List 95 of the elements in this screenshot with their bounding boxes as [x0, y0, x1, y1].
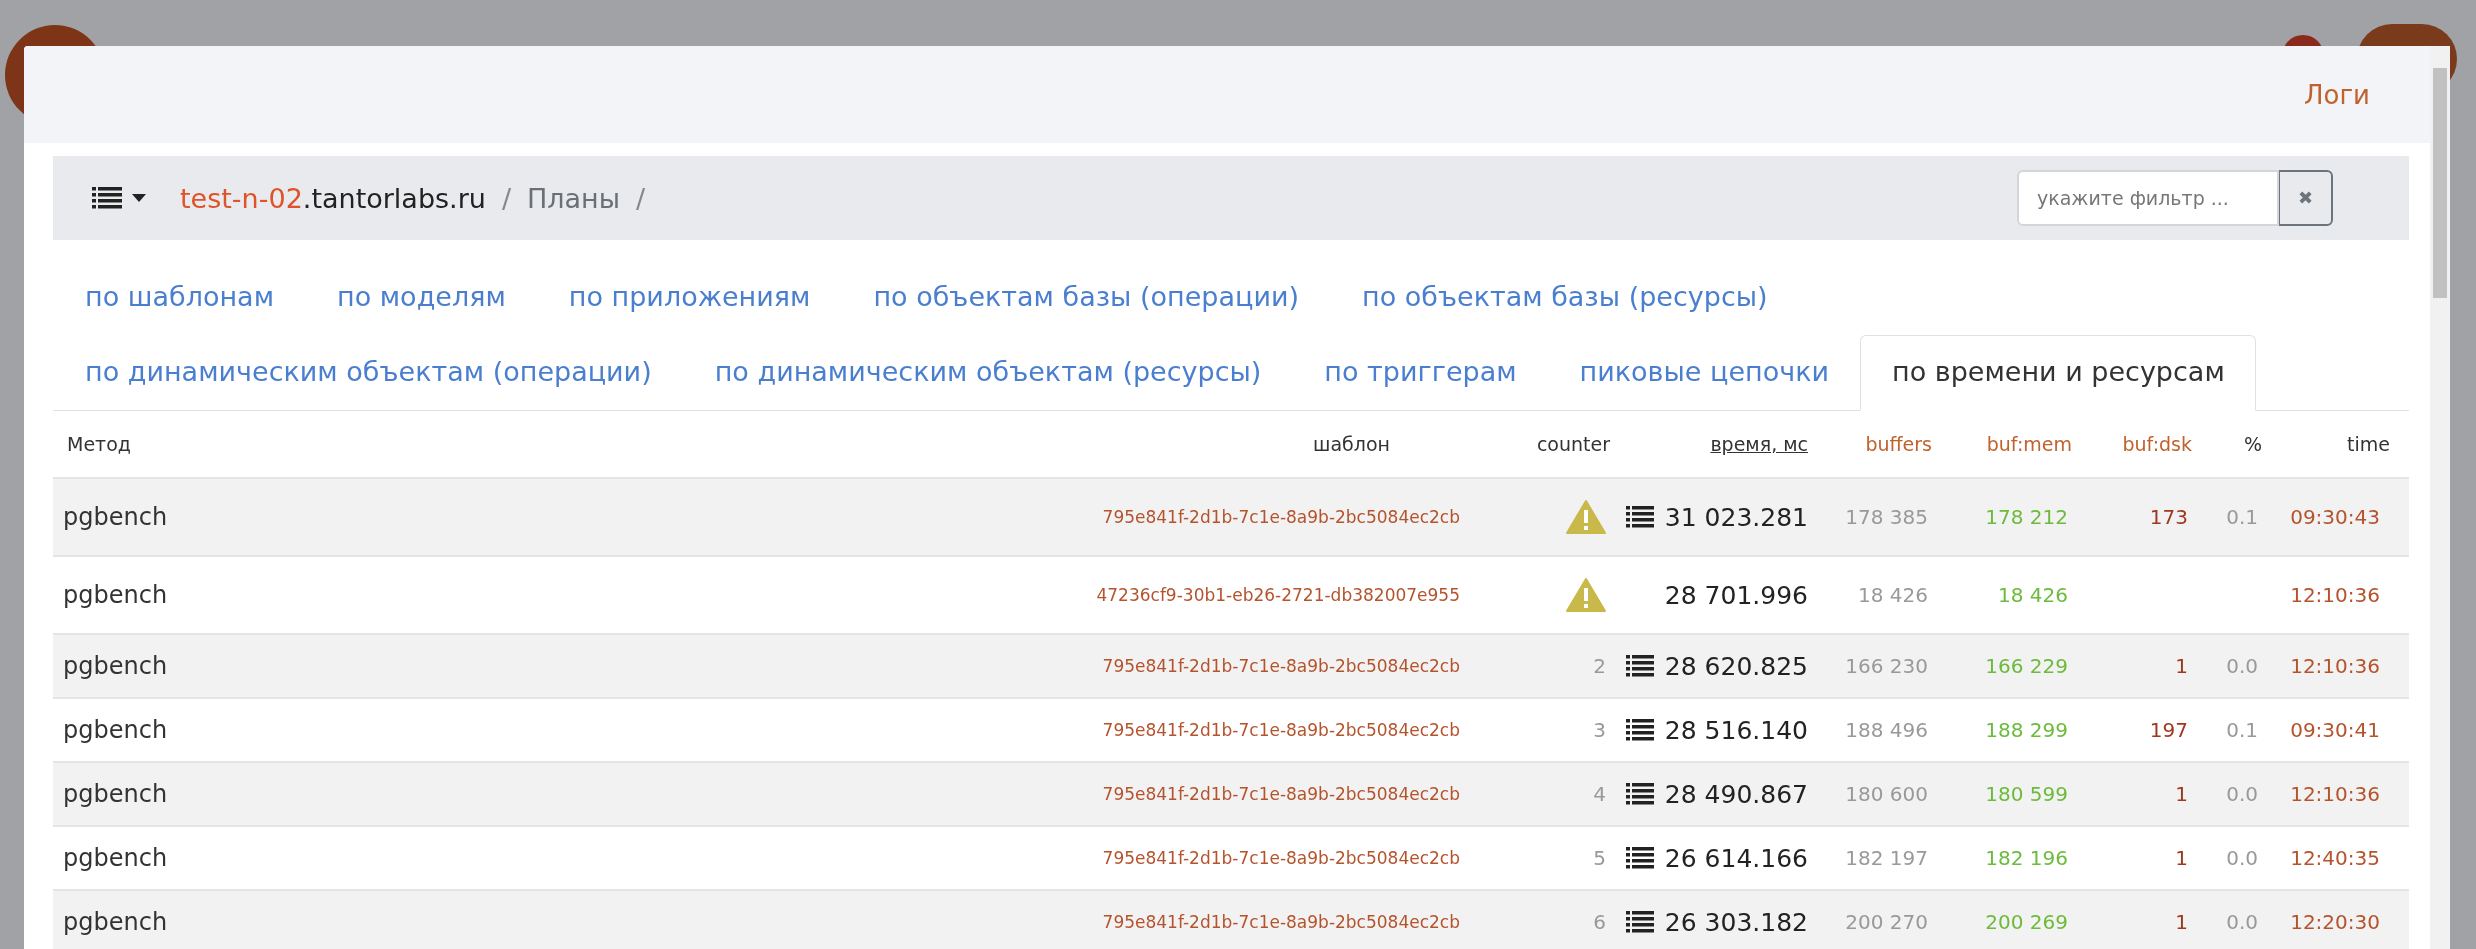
- caret-icon: [132, 194, 146, 202]
- filter-field[interactable]: укажите фильтр ...: [2017, 170, 2279, 226]
- counter-cell: 2: [1593, 654, 1606, 678]
- tab[interactable]: по шаблонам: [53, 260, 305, 335]
- percent-cell-text: 0.0: [2226, 782, 2259, 806]
- buffers-cell-text: 182 197: [1845, 846, 1929, 870]
- tab[interactable]: по динамическим объектам (ресурсы): [682, 335, 1293, 410]
- percent-cell-text: 0.1: [2226, 505, 2259, 529]
- breadcrumb-link[interactable]: Планы: [527, 182, 621, 214]
- buf-mem-cell-text: 178 212: [1985, 505, 2069, 529]
- template-link[interactable]: 795e841f-2d1b-7c1e-8a9b-2bc5084ec2cb: [1102, 507, 1475, 527]
- template-link[interactable]: 795e841f-2d1b-7c1e-8a9b-2bc5084ec2cb: [1102, 784, 1475, 804]
- tab[interactable]: по объектам базы (операции): [841, 260, 1331, 335]
- column-header: buffers: [1865, 433, 1933, 455]
- plan-list-icon[interactable]: [1626, 506, 1654, 528]
- buf-mem-cell-text: 200 269: [1985, 910, 2069, 934]
- percent-cell-text: 0.0: [2226, 654, 2259, 678]
- duration-cell-text: 31 023.281: [1664, 502, 1809, 532]
- method-cell-text: pgbench: [62, 844, 169, 872]
- template-link[interactable]: 795e841f-2d1b-7c1e-8a9b-2bc5084ec2cb: [1102, 720, 1475, 740]
- time-cell-text: 09:30:41: [2290, 718, 2381, 742]
- time-cell-text: 12:20:30: [2290, 910, 2381, 934]
- column-header: %: [2243, 433, 2263, 455]
- duration-cell-text: 26 303.182: [1664, 907, 1809, 937]
- buffers-cell-text: 180 600: [1845, 782, 1929, 806]
- plan-list-icon[interactable]: [1626, 655, 1654, 677]
- tab[interactable]: по времени и ресурсам: [1860, 335, 2256, 411]
- buf-mem-cell-text: 180 599: [1985, 782, 2069, 806]
- time-cell-text: 12:10:36: [2290, 782, 2381, 806]
- duration-cell-text: 26 614.166: [1664, 843, 1809, 873]
- buf-dsk-cell-text: 1: [2175, 910, 2189, 934]
- method-cell-text: pgbench: [62, 581, 169, 609]
- counter-cell: 5: [1593, 846, 1606, 870]
- list-icon: [92, 187, 122, 209]
- tab[interactable]: по приложениям: [536, 260, 842, 335]
- plan-list-icon[interactable]: [1626, 783, 1654, 805]
- column-header: шаблон: [1313, 433, 1391, 455]
- buffers-cell-text: 200 270: [1845, 910, 1929, 934]
- buffers-cell-text: 18 426: [1858, 583, 1929, 607]
- template-link[interactable]: 47236cf9-30b1-eb26-2721-db382007e955: [1096, 585, 1475, 605]
- template-link[interactable]: 795e841f-2d1b-7c1e-8a9b-2bc5084ec2cb: [1102, 656, 1475, 676]
- time-cell-text: 12:10:36: [2290, 654, 2381, 678]
- buffers-cell-text: 178 385: [1845, 505, 1929, 529]
- column-header: counter: [1536, 433, 1610, 455]
- buffers-cell-text: 188 496: [1845, 718, 1929, 742]
- tab[interactable]: пиковые цепочки: [1547, 335, 1860, 410]
- buf-mem-cell-text: 182 196: [1985, 846, 2069, 870]
- duration-cell-text: 28 490.867: [1664, 779, 1809, 809]
- template-link[interactable]: 795e841f-2d1b-7c1e-8a9b-2bc5084ec2cb: [1102, 848, 1475, 868]
- tab[interactable]: по объектам базы (ресурсы): [1330, 260, 1799, 335]
- scrollbar[interactable]: [2430, 46, 2450, 949]
- buf-mem-cell-text: 18 426: [1998, 583, 2069, 607]
- tab[interactable]: по динамическим объектам (операции): [53, 335, 683, 410]
- method-cell-text: pgbench: [62, 503, 169, 531]
- counter-cell: 3: [1593, 718, 1606, 742]
- percent-cell-text: 0.0: [2226, 846, 2259, 870]
- host-link[interactable]: test-n-02.tantorlabs.ru: [180, 182, 486, 214]
- time-cell-text: 12:10:36: [2290, 583, 2381, 607]
- percent-cell-text: 0.1: [2226, 718, 2259, 742]
- breadcrumb-separator: /: [501, 182, 511, 214]
- template-link[interactable]: 795e841f-2d1b-7c1e-8a9b-2bc5084ec2cb: [1102, 912, 1475, 932]
- counter-cell: 4: [1593, 782, 1606, 806]
- method-cell-text: pgbench: [62, 652, 169, 680]
- duration-cell-text: 28 620.825: [1664, 651, 1809, 681]
- plan-list-icon[interactable]: [1626, 719, 1654, 741]
- column-header: Метод: [66, 433, 131, 455]
- time-cell-text: 09:30:43: [2290, 505, 2381, 529]
- scrollbar-thumb[interactable]: [2433, 68, 2447, 298]
- column-header: buf:mem: [1986, 433, 2073, 455]
- time-cell-text: 12:40:35: [2290, 846, 2381, 870]
- method-cell-text: pgbench: [62, 716, 169, 744]
- buf-dsk-cell-text: 1: [2175, 846, 2189, 870]
- duration-cell-text: 28 701.996: [1664, 580, 1809, 610]
- clear-filter-button[interactable]: ✖: [2279, 170, 2333, 226]
- buffers-cell-text: 166 230: [1845, 654, 1929, 678]
- method-cell-text: pgbench: [62, 780, 169, 808]
- logs-link[interactable]: Логи: [2304, 79, 2370, 110]
- duration-cell-text: 28 516.140: [1664, 715, 1809, 745]
- counter-cell: 6: [1593, 910, 1606, 934]
- tab[interactable]: по триггерам: [1292, 335, 1548, 410]
- buf-mem-cell-text: 188 299: [1985, 718, 2069, 742]
- column-header: buf:dsk: [2122, 433, 2193, 455]
- buf-mem-cell-text: 166 229: [1985, 654, 2069, 678]
- buf-dsk-cell-text: 173: [2149, 505, 2189, 529]
- percent-cell-text: 0.0: [2226, 910, 2259, 934]
- buf-dsk-cell-text: 197: [2149, 718, 2189, 742]
- plan-list-icon[interactable]: [1626, 911, 1654, 933]
- buf-dsk-cell-text: 1: [2175, 654, 2189, 678]
- plan-list-icon[interactable]: [1626, 847, 1654, 869]
- column-header[interactable]: время, мс: [1710, 433, 1820, 455]
- method-cell-text: pgbench: [62, 908, 169, 936]
- tab[interactable]: по моделям: [305, 260, 537, 335]
- buf-dsk-cell-text: 1: [2175, 782, 2189, 806]
- breadcrumb-separator: /: [636, 182, 646, 214]
- column-header: time: [2347, 433, 2391, 455]
